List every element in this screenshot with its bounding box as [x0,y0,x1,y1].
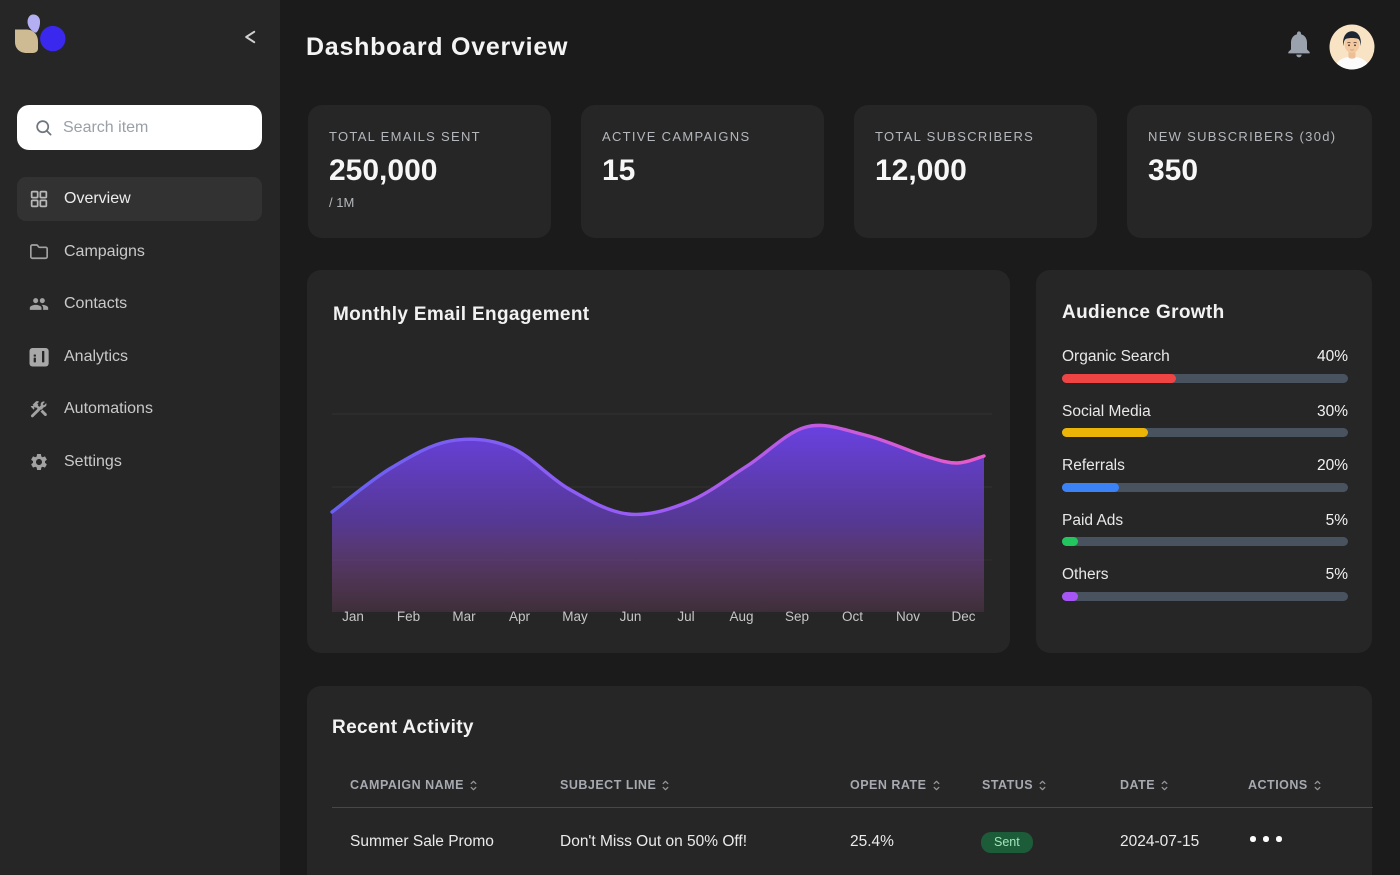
svg-text:Sep: Sep [785,609,809,624]
svg-text:Jul: Jul [677,609,694,624]
svg-text:Apr: Apr [509,609,531,624]
svg-text:Mar: Mar [452,609,476,624]
svg-text:Aug: Aug [729,609,753,624]
svg-text:May: May [562,609,588,624]
svg-text:Jan: Jan [342,609,364,624]
svg-text:Oct: Oct [842,609,863,624]
svg-text:Feb: Feb [397,609,420,624]
svg-text:Nov: Nov [896,609,920,624]
svg-text:Jun: Jun [620,609,642,624]
svg-text:Dec: Dec [951,609,975,624]
